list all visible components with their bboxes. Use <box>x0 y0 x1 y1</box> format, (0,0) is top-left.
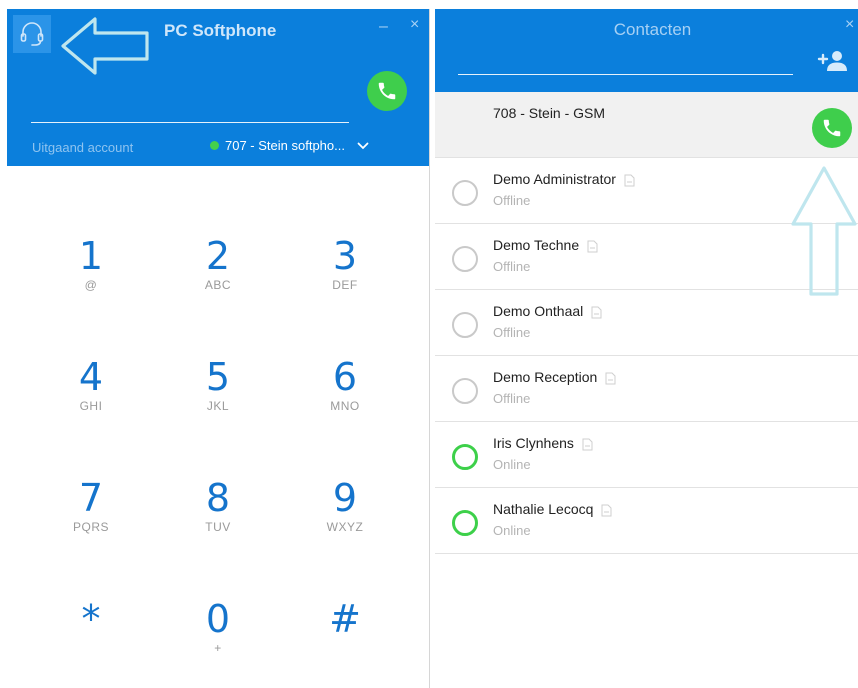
key-3[interactable]: 3 DEF <box>290 236 400 326</box>
key-letters: PQRS <box>72 520 109 534</box>
contact-name-wrap: Nathalie Lecocq <box>493 501 612 517</box>
contact-name: Demo Administrator <box>493 171 616 187</box>
softphone-window: PC Softphone – × Uitgaand account 707 - … <box>7 9 430 688</box>
key-4[interactable]: 4 GHI <box>36 357 146 447</box>
key-letters: GHI <box>79 399 103 413</box>
key-7[interactable]: 7 PQRS <box>36 478 146 568</box>
contact-row-selected[interactable]: 708 - Stein - GSM <box>435 92 858 158</box>
key-star[interactable]: * <box>36 599 146 688</box>
contact-name-wrap: Demo Administrator <box>493 171 635 187</box>
phone-icon <box>823 119 841 137</box>
contact-status: Offline <box>493 325 531 340</box>
contacts-list: 708 - Stein - GSM Demo Administrator Off… <box>435 92 858 554</box>
presence-indicator-online <box>452 444 478 470</box>
contact-status: Online <box>493 457 531 472</box>
contact-status: Offline <box>493 193 531 208</box>
contact-name: 708 - Stein - GSM <box>493 105 606 121</box>
note-icon <box>605 372 616 385</box>
dial-keypad: 1 @ 2 ABC 3 DEF 4 GHI 5 JKL 6 MNO 7 PQRS… <box>7 166 429 688</box>
presence-indicator <box>452 378 478 404</box>
contact-name-wrap: Demo Onthaal <box>493 303 602 319</box>
add-contact-icon <box>817 51 847 71</box>
softphone-title: PC Softphone <box>164 21 277 40</box>
add-contact-button[interactable] <box>816 47 850 75</box>
note-icon <box>582 438 593 451</box>
presence-indicator <box>452 246 478 272</box>
key-digit: 7 <box>78 476 104 520</box>
key-digit: 1 <box>78 234 104 278</box>
presence-indicator <box>452 312 478 338</box>
screenshot-stage: PC Softphone – × Uitgaand account 707 - … <box>0 0 858 688</box>
arrow-left-annotation <box>61 17 149 75</box>
outgoing-account-dropdown[interactable]: 707 - Stein softpho... <box>210 138 369 153</box>
key-letters: + <box>214 641 222 655</box>
key-letters: MNO <box>330 399 360 413</box>
key-digit: * <box>81 597 101 641</box>
key-digit: 9 <box>332 476 358 520</box>
key-digit: 0 <box>205 597 231 641</box>
presence-indicator-online <box>452 510 478 536</box>
key-6[interactable]: 6 MNO <box>290 357 400 447</box>
contact-name: Iris Clynhens <box>493 435 574 451</box>
contact-name: Demo Techne <box>493 237 580 253</box>
contact-row[interactable]: Demo Onthaal Offline <box>435 290 858 356</box>
key-letters: DEF <box>332 278 358 292</box>
outgoing-account-row: Uitgaand account 707 - Stein softpho... <box>7 133 429 166</box>
contact-row[interactable]: Nathalie Lecocq Online <box>435 488 858 554</box>
key-letters: JKL <box>206 399 230 413</box>
chevron-down-icon <box>357 142 369 149</box>
account-status-dot <box>210 141 219 150</box>
key-5[interactable]: 5 JKL <box>163 357 273 447</box>
key-1[interactable]: 1 @ <box>36 236 146 326</box>
key-digit: 8 <box>205 476 231 520</box>
contact-name: Nathalie Lecocq <box>493 501 594 517</box>
key-letters: @ <box>84 278 98 292</box>
key-digit: 4 <box>78 355 104 399</box>
note-icon <box>591 306 602 319</box>
headset-icon <box>20 22 44 46</box>
key-digit: 6 <box>332 355 358 399</box>
outgoing-account-value: 707 - Stein softpho... <box>225 138 345 153</box>
minimize-button[interactable]: – <box>379 19 388 35</box>
call-button[interactable] <box>367 71 407 111</box>
contact-name-wrap: Iris Clynhens <box>493 435 593 451</box>
key-0[interactable]: 0 + <box>163 599 273 688</box>
contact-row[interactable]: Demo Reception Offline <box>435 356 858 422</box>
key-9[interactable]: 9 WXYZ <box>290 478 400 568</box>
contacts-header: Contacten × <box>435 9 858 92</box>
note-icon <box>587 240 598 253</box>
contact-row[interactable]: Iris Clynhens Online <box>435 422 858 488</box>
contact-call-button[interactable] <box>812 108 852 148</box>
headset-button[interactable] <box>13 15 51 53</box>
presence-indicator <box>452 180 478 206</box>
key-digit: # <box>329 597 361 641</box>
contact-name: Demo Reception <box>493 369 598 385</box>
key-letters: TUV <box>205 520 231 534</box>
contact-name-wrap: Demo Techne <box>493 237 598 253</box>
close-button[interactable]: × <box>410 17 419 33</box>
note-icon <box>601 504 612 517</box>
key-digit: 5 <box>205 355 231 399</box>
contact-name-wrap: Demo Reception <box>493 369 616 385</box>
note-icon <box>624 174 635 187</box>
contact-status: Offline <box>493 259 531 274</box>
contact-status: Online <box>493 523 531 538</box>
phone-icon <box>378 82 396 100</box>
contacts-window: Contacten × 708 - Stein - GSM Demo Admin… <box>435 9 858 688</box>
key-digit: 3 <box>332 234 358 278</box>
contacts-search-input[interactable] <box>458 53 793 75</box>
contacts-close-button[interactable]: × <box>845 17 854 33</box>
contact-name: Demo Onthaal <box>493 303 584 319</box>
contact-status: Offline <box>493 391 531 406</box>
key-letters: WXYZ <box>326 520 364 534</box>
key-hash[interactable]: # <box>290 599 400 688</box>
key-letters: ABC <box>204 278 232 292</box>
key-2[interactable]: 2 ABC <box>163 236 273 326</box>
key-digit: 2 <box>205 234 231 278</box>
dial-number-input[interactable] <box>31 73 349 123</box>
outgoing-account-label: Uitgaand account <box>32 140 134 155</box>
key-8[interactable]: 8 TUV <box>163 478 273 568</box>
contacts-title: Contacten <box>613 20 692 39</box>
arrow-up-annotation <box>791 166 857 296</box>
